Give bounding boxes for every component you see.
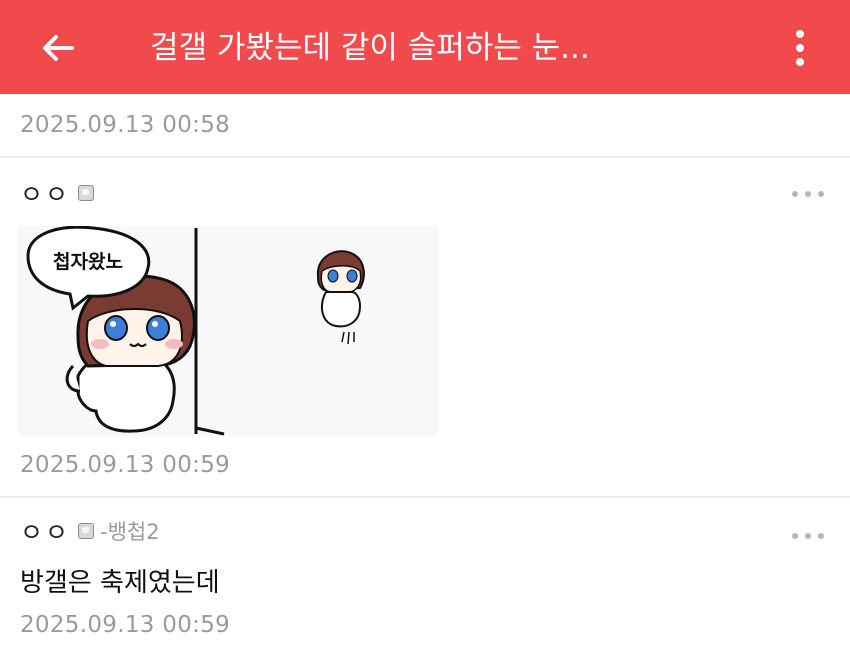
more-horizontal-icon[interactable] bbox=[790, 530, 826, 542]
fixed-nick-badge-icon bbox=[78, 185, 95, 201]
sticker-image: 첩자왔노 bbox=[26, 226, 365, 436]
comment-sticker[interactable]: 첩자왔노 bbox=[18, 226, 438, 436]
post-timestamp: 2025.09.13 00:58 bbox=[20, 112, 231, 138]
app-bar: 걸갤 가봤는데 같이 슬퍼하는 눈... bbox=[0, 0, 850, 94]
fixed-nick-badge-icon bbox=[78, 523, 95, 539]
sticker-speech-text: 첩자왔노 bbox=[53, 251, 123, 273]
comment-timestamp: 2025.09.13 00:59 bbox=[20, 612, 231, 638]
comment-text: 방갤은 축제였는데 bbox=[20, 568, 220, 598]
more-vertical-icon[interactable] bbox=[782, 26, 818, 70]
more-horizontal-icon[interactable] bbox=[790, 188, 826, 200]
comment-header: ㅇㅇ bbox=[20, 175, 95, 211]
comment-author[interactable]: ㅇㅇ bbox=[20, 175, 70, 211]
divider bbox=[0, 156, 850, 158]
divider bbox=[0, 496, 850, 498]
arrow-left-icon[interactable] bbox=[36, 26, 80, 70]
comment-author[interactable]: ㅇㅇ bbox=[20, 513, 70, 549]
comment-timestamp: 2025.09.13 00:59 bbox=[20, 452, 231, 478]
reply-target: -뱅첩2 bbox=[100, 520, 160, 544]
page-title: 걸갤 가봤는데 같이 슬퍼하는 눈... bbox=[150, 30, 590, 66]
comment-header: ㅇㅇ -뱅첩2 bbox=[20, 513, 160, 549]
